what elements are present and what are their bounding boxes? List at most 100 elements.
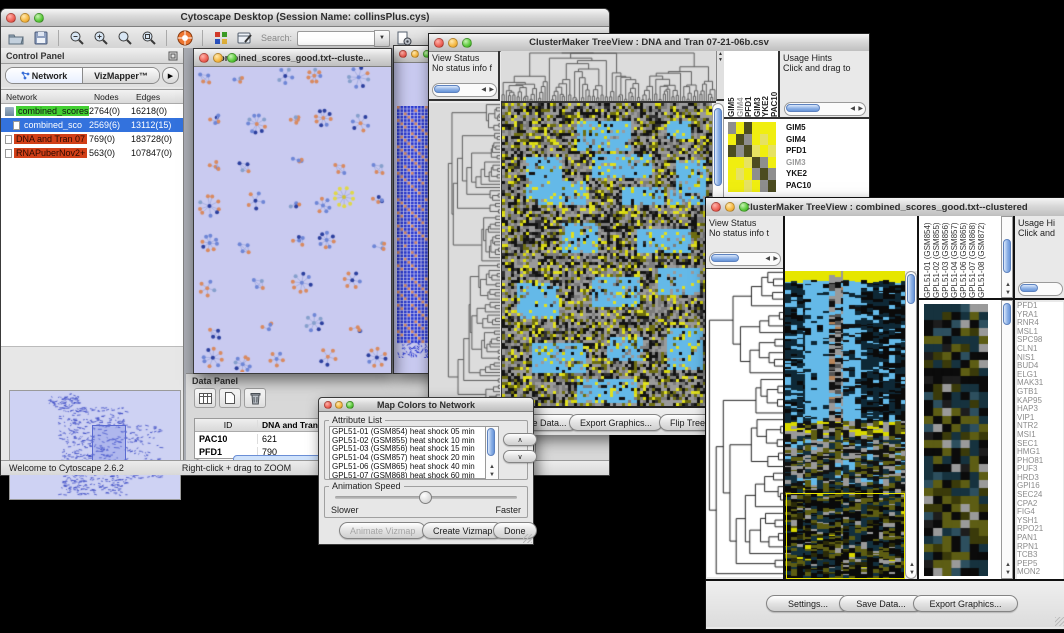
tab-network[interactable]: Network — [6, 68, 82, 83]
matrix-cell[interactable] — [752, 180, 760, 192]
matrix-cell[interactable] — [760, 134, 768, 146]
close-button[interactable] — [399, 50, 407, 58]
zoom-button[interactable] — [346, 401, 354, 409]
new-attribute-button[interactable] — [219, 388, 241, 408]
scroll-left-arrow[interactable]: ◀ — [765, 256, 770, 262]
close-button[interactable] — [711, 202, 721, 212]
zoom-button[interactable] — [462, 38, 472, 48]
matrix-cell[interactable] — [768, 122, 776, 134]
attribute-list[interactable]: GPL51-01 (GSM854) heat shock 05 minGPL51… — [329, 426, 489, 479]
matrix-cell[interactable] — [768, 145, 776, 157]
scroll-up-arrow[interactable]: ▲ — [1005, 562, 1011, 568]
export-graphics-button[interactable]: Export Graphics... — [913, 595, 1018, 612]
resize-grip[interactable] — [523, 534, 532, 543]
matrix-row-label[interactable]: GIM5 — [786, 122, 811, 134]
network-table-row[interactable]: combined_scores 2764(0) 16218(0) — [1, 104, 183, 118]
column-label[interactable]: GPL51-07 (GSM868) — [968, 218, 977, 298]
minimize-button[interactable] — [411, 50, 419, 58]
scrollbar-thumb[interactable] — [487, 428, 495, 456]
animate-vizmap-button[interactable]: Animate Vizmap — [339, 522, 426, 539]
matrix-cell[interactable] — [760, 180, 768, 192]
matrix-cell[interactable] — [752, 134, 760, 146]
column-label[interactable]: GPL51-08 (GSM872) — [977, 218, 986, 298]
attribute-list-vscrollbar[interactable]: ▲ ▼ — [485, 426, 499, 480]
matrix-cell[interactable] — [736, 145, 744, 157]
zoom-fit-button[interactable] — [115, 29, 134, 47]
matrix-cell[interactable] — [736, 180, 744, 192]
save-data-button[interactable]: Save Data... — [839, 595, 923, 612]
minimize-button[interactable] — [448, 38, 458, 48]
column-labels-vscrollbar[interactable]: ▲ ▼ — [1001, 216, 1013, 298]
treeview2-heatmap-canvas[interactable] — [785, 271, 905, 579]
scroll-right-arrow[interactable]: ▶ — [773, 256, 778, 262]
column-label[interactable]: PFD1 — [744, 67, 753, 117]
dialog-title-bar[interactable]: Map Colors to Network — [319, 398, 533, 412]
zoom-button[interactable] — [227, 53, 237, 63]
scrollbar-thumb[interactable] — [1003, 303, 1011, 325]
matrix-cell[interactable] — [728, 157, 736, 169]
dendrogram-scroll-strip[interactable]: ▲▼ — [716, 51, 724, 101]
tab-vizmapper[interactable]: VizMapper™ — [82, 68, 159, 83]
column-label[interactable]: GPL51-02 (GSM855) — [932, 218, 941, 298]
close-button[interactable] — [6, 13, 16, 23]
matrix-cell[interactable] — [760, 157, 768, 169]
scroll-left-arrow[interactable]: ◀ — [481, 87, 486, 93]
matrix-cell[interactable] — [760, 122, 768, 134]
matrix-cell[interactable] — [768, 134, 776, 146]
treeview2-heatmap-vscrollbar[interactable]: ▲ ▼ — [905, 271, 917, 579]
open-file-button[interactable] — [7, 29, 26, 47]
search-dropdown-arrow[interactable]: ▼ — [374, 30, 390, 47]
scroll-right-arrow[interactable]: ▶ — [858, 106, 863, 112]
export-graphics-button[interactable]: Export Graphics... — [569, 414, 663, 431]
matrix-row-label[interactable]: PFD1 — [786, 145, 811, 157]
scroll-down-arrow[interactable]: ▼ — [489, 472, 495, 478]
zoom-heatmap-canvas[interactable] — [924, 304, 988, 576]
gene-name[interactable]: MON2 — [1017, 568, 1063, 577]
matrix-cell[interactable] — [744, 168, 752, 180]
tab-overflow-button[interactable]: ▶ — [162, 67, 179, 84]
column-label[interactable]: GPL51-06 (GSM865) — [959, 218, 968, 298]
delete-attribute-button[interactable] — [244, 388, 266, 408]
scrollbar-thumb[interactable] — [714, 108, 722, 186]
scrollbar-thumb[interactable] — [711, 254, 739, 262]
scroll-up-arrow[interactable]: ▲ — [909, 562, 915, 568]
zoom-button[interactable] — [34, 13, 44, 23]
close-button[interactable] — [324, 401, 332, 409]
matrix-cell[interactable] — [752, 145, 760, 157]
column-label[interactable]: GPL51-01 (GSM854) — [923, 218, 932, 298]
scrollbar-thumb[interactable] — [907, 274, 915, 304]
scroll-up-arrow[interactable]: ▲ — [489, 464, 495, 470]
column-label[interactable]: GIM4 — [736, 67, 745, 117]
network-view-canvas[interactable] — [194, 67, 389, 372]
matrix-cell[interactable] — [768, 168, 776, 180]
move-down-button[interactable]: ∨ — [503, 450, 537, 463]
move-up-button[interactable]: ∧ — [503, 433, 537, 446]
zoom-in-button[interactable] — [91, 29, 110, 47]
column-label[interactable]: GPL51-03 (GSM856) — [941, 218, 950, 298]
zoom-button[interactable] — [739, 202, 749, 212]
vizmapper-shortcut-button[interactable] — [211, 29, 230, 47]
matrix-cell[interactable] — [744, 180, 752, 192]
minimize-button[interactable] — [335, 401, 343, 409]
matrix-cell[interactable] — [736, 157, 744, 169]
column-dendrogram-canvas[interactable] — [501, 51, 716, 103]
matrix-row-label[interactable]: PAC10 — [786, 180, 811, 192]
similarity-matrix[interactable] — [728, 122, 776, 192]
network-table-row[interactable]: combined_sco 2569(6) 13112(15) — [1, 118, 183, 132]
matrix-cell[interactable] — [768, 180, 776, 192]
matrix-cell[interactable] — [728, 145, 736, 157]
edit-network-button[interactable] — [235, 29, 254, 47]
row-dendrogram-canvas[interactable] — [707, 269, 783, 577]
matrix-cell[interactable] — [744, 134, 752, 146]
search-input[interactable] — [297, 31, 374, 46]
attribute-list-item[interactable]: GPL51-07 (GSM868) heat shock 60 min — [332, 472, 488, 479]
matrix-cell[interactable] — [760, 145, 768, 157]
settings-button[interactable]: Settings... — [766, 595, 850, 612]
close-button[interactable] — [434, 38, 444, 48]
float-panel-icon[interactable] — [168, 51, 178, 61]
scrollbar-thumb[interactable] — [786, 104, 820, 112]
matrix-cell[interactable] — [728, 180, 736, 192]
scrollbar-thumb[interactable] — [1020, 284, 1038, 292]
minimize-button[interactable] — [20, 13, 30, 23]
view-status-hscrollbar[interactable]: ◀ ▶ — [432, 83, 497, 97]
